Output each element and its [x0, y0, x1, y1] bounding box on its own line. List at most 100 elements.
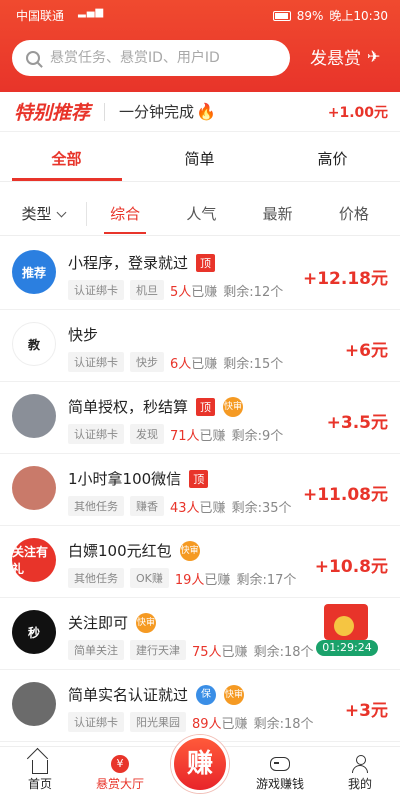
- special-recommendation[interactable]: 特别推荐 一分钟完成 🔥 +1.00元: [0, 92, 400, 132]
- task-reward: +3.5元: [326, 413, 388, 433]
- earned-count: 89人已赚: [192, 713, 248, 732]
- category-tabs: 全部 简单 高价: [0, 138, 400, 182]
- tab-simple[interactable]: 简单: [133, 138, 266, 181]
- task-reward: +6元: [344, 341, 388, 361]
- earned-count: 19人已赚: [175, 569, 231, 588]
- post-bounty-label: 发悬赏: [310, 49, 361, 69]
- task-tag: 其他任务: [68, 568, 124, 588]
- earned-count: 71人已赚: [170, 425, 226, 444]
- clock: 晚上10:30: [329, 9, 388, 23]
- task-tag: 阳光果园: [130, 712, 186, 732]
- earned-unit: 已赚: [204, 572, 231, 588]
- remaining-count: 剩余:18个: [253, 716, 314, 732]
- earned-unit: 已赚: [199, 428, 226, 444]
- avatar: [12, 682, 56, 726]
- list-item[interactable]: 教快步认证绑卡 快步 6人已赚 剩余:15个 +6元: [0, 310, 400, 382]
- list-item[interactable]: 简单实名认证就过保快审 认证绑卡 阳光果园 89人已赚 剩余:18个 +3元: [0, 670, 400, 742]
- nav-bounty-hall[interactable]: ¥ 悬赏大厅: [80, 747, 160, 800]
- remaining-count: 剩余:35个: [231, 500, 292, 516]
- task-tag: 建行天津: [130, 640, 186, 660]
- special-reward: +1.00元: [327, 104, 388, 121]
- task-tag: 机旦: [130, 280, 164, 300]
- battery-icon: [272, 10, 291, 21]
- chevron-down-icon: [56, 207, 66, 218]
- divider: [104, 102, 106, 121]
- fast-review-badge: 快审: [136, 612, 157, 633]
- task-title: 小程序，登录就过: [68, 254, 189, 272]
- earn-button[interactable]: 赚: [171, 735, 229, 793]
- type-dropdown[interactable]: 类型: [0, 203, 86, 224]
- task-meta: 认证绑卡 机旦 5人已赚 剩余:12个: [68, 280, 283, 300]
- nav-home-label: 首页: [27, 777, 52, 791]
- task-reward: +10.8元: [314, 557, 388, 577]
- nav-games[interactable]: 游戏赚钱: [240, 747, 320, 800]
- countdown-timer: 01:29:24: [316, 640, 378, 656]
- person-icon: [351, 755, 369, 773]
- tab-high-price[interactable]: 高价: [266, 138, 399, 181]
- nav-games-label: 游戏赚钱: [255, 777, 304, 791]
- task-reward: +11.08元: [302, 485, 388, 505]
- avatar: 教: [12, 322, 56, 366]
- list-item[interactable]: 1小时拿100微信顶其他任务 赚香 43人已赚 剩余:35个 +11.08元: [0, 454, 400, 526]
- battery-level: 89%: [296, 8, 324, 23]
- top-badge: 顶: [189, 469, 209, 488]
- carrier-label: 中国联通: [16, 9, 65, 23]
- sort-popularity[interactable]: 人气: [186, 194, 216, 234]
- task-tag: 认证绑卡: [68, 280, 124, 300]
- home-icon: [32, 760, 48, 774]
- task-tag: OK赚: [130, 568, 169, 588]
- task-title-row: 快步: [68, 324, 98, 345]
- remaining-count: 剩余:15个: [223, 356, 284, 372]
- earned-unit: 已赚: [221, 716, 248, 732]
- task-title: 简单授权，秒结算: [68, 398, 189, 416]
- list-item[interactable]: 关注有礼 白嫖100元红包 快审 其他任务 OK赚 19人已赚 剩余:17个 +10.8元: [0, 526, 400, 598]
- top-badge: 顶: [196, 253, 216, 272]
- search-input[interactable]: [50, 50, 270, 66]
- avatar: 关注有礼: [12, 538, 56, 582]
- tab-all[interactable]: 全部: [0, 138, 133, 181]
- fast-review-badge: 快审: [179, 540, 200, 561]
- earned-number: 6人: [170, 356, 192, 372]
- task-reward: +3元: [344, 701, 388, 721]
- type-label: 类型: [21, 205, 52, 223]
- task-tag: 其他任务: [68, 496, 124, 516]
- post-bounty-button[interactable]: 发悬赏 ✈: [310, 44, 380, 69]
- task-reward: +12.18元: [302, 269, 388, 289]
- status-bar: 中国联通 ▂▄▆ 89% 晚上10:30: [0, 0, 400, 28]
- earned-unit: 已赚: [191, 284, 218, 300]
- task-title-row: 简单授权，秒结算顶快审: [68, 396, 244, 417]
- remaining-count: 剩余:17个: [236, 572, 297, 588]
- nav-home[interactable]: 首页: [0, 747, 80, 800]
- earned-count: 6人已赚: [170, 353, 217, 372]
- task-title-row: 关注即可 快审: [68, 612, 157, 633]
- list-item[interactable]: 推荐 小程序，登录就过顶认证绑卡 机旦 5人已赚 剩余:12个 +12.18元: [0, 238, 400, 310]
- task-tag: 发现: [130, 424, 164, 444]
- task-tag: 简单关注: [68, 640, 124, 660]
- fire-icon: 🔥: [196, 102, 216, 121]
- header: 中国联通 ▂▄▆ 89% 晚上10:30 发悬赏 ✈: [0, 0, 400, 92]
- search-bar[interactable]: [12, 40, 290, 76]
- list-item[interactable]: 简单授权，秒结算顶快审 认证绑卡 发现 71人已赚 剩余:9个 +3.5元: [0, 382, 400, 454]
- task-tag: 认证绑卡: [68, 712, 124, 732]
- task-meta: 认证绑卡 快步 6人已赚 剩余:15个: [68, 352, 283, 372]
- earned-count: 43人已赚: [170, 497, 226, 516]
- nav-profile[interactable]: 我的: [320, 747, 400, 800]
- red-packet-widget[interactable]: 01:29:24: [316, 604, 378, 656]
- task-title-row: 简单实名认证就过保快审: [68, 684, 245, 705]
- avatar: [12, 394, 56, 438]
- sort-price[interactable]: 价格: [339, 194, 369, 234]
- avatar: 秒: [12, 610, 56, 654]
- remaining-count: 剩余:18个: [253, 644, 314, 660]
- earned-number: 19人: [174, 572, 205, 588]
- guarantee-badge: 保: [196, 684, 217, 705]
- task-meta: 认证绑卡 发现 71人已赚 剩余:9个: [68, 424, 283, 444]
- task-tag: 认证绑卡: [68, 424, 124, 444]
- avatar: 推荐: [12, 250, 56, 294]
- sort-latest[interactable]: 最新: [263, 194, 293, 234]
- task-title-row: 白嫖100元红包 快审: [68, 540, 200, 561]
- nav-earn[interactable]: 赚: [160, 735, 240, 800]
- signal-icon: ▂▄▆: [78, 7, 105, 18]
- sort-comprehensive[interactable]: 综合: [104, 194, 147, 234]
- task-title-row: 1小时拿100微信顶: [68, 468, 209, 489]
- nav-profile-label: 我的: [347, 777, 372, 791]
